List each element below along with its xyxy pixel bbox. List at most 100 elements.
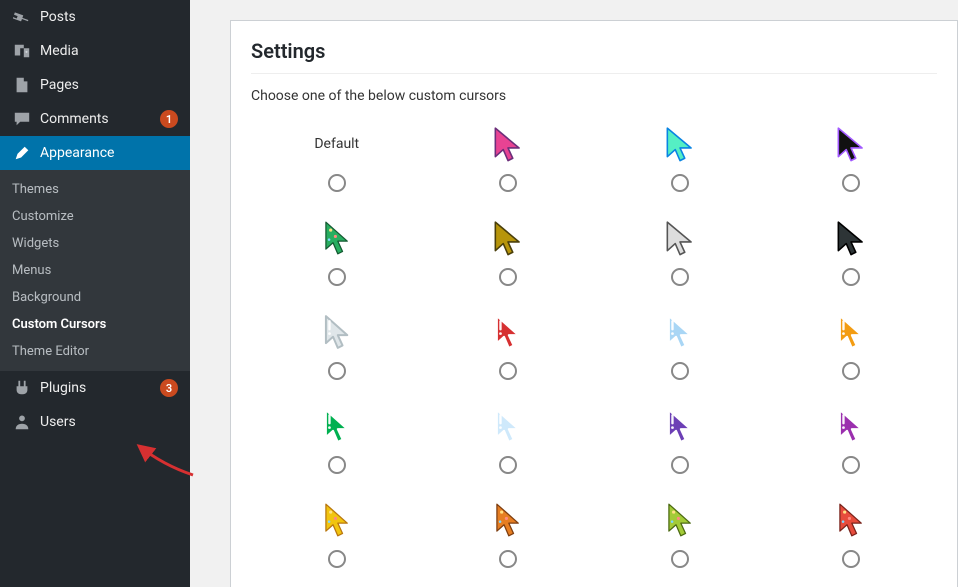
cursor-preview [661, 310, 699, 354]
settings-description: Choose one of the below custom cursors [251, 74, 937, 122]
submenu-widgets[interactable]: Widgets [0, 230, 190, 257]
cursor-preview [318, 404, 356, 448]
sidebar-item-comments[interactable]: Comments 1 [0, 102, 190, 136]
page-title: Settings [251, 21, 937, 74]
cursor-option-flat-orange [766, 310, 938, 400]
cursor-radio[interactable] [671, 268, 689, 286]
cursor-option-flat-purple [594, 404, 766, 494]
appearance-icon [12, 143, 32, 163]
cursor-radio[interactable] [499, 362, 517, 380]
cursor-radio[interactable] [499, 456, 517, 474]
cursor-preview [489, 498, 527, 542]
sidebar-item-label: Plugins [40, 380, 156, 396]
cursor-preview [661, 404, 699, 448]
submenu-customize[interactable]: Customize [0, 203, 190, 230]
cursor-icon [661, 125, 699, 163]
cursor-option-food-4 [766, 498, 938, 587]
comments-icon [12, 109, 32, 129]
cursor-option-polka-olive [423, 216, 595, 306]
cursor-option-food-2 [423, 498, 595, 587]
sidebar-item-label: Posts [40, 9, 178, 25]
content-area: Settings Choose one of the below custom … [190, 0, 958, 587]
cursor-radio[interactable] [671, 174, 689, 192]
sidebar-item-appearance[interactable]: Appearance [0, 136, 190, 170]
cursor-preview [832, 404, 870, 448]
cursor-preview [832, 310, 870, 354]
cursor-option-food-3 [594, 498, 766, 587]
cursor-grid: Default [251, 122, 937, 587]
cursor-option-flat-magenta [766, 404, 938, 494]
submenu-background[interactable]: Background [0, 284, 190, 311]
cursor-icon [489, 407, 527, 445]
cursor-option-gradient-pink [423, 122, 595, 212]
cursor-radio[interactable] [842, 174, 860, 192]
cursor-icon [661, 407, 699, 445]
cursor-preview [832, 498, 870, 542]
submenu-theme-editor[interactable]: Theme Editor [0, 338, 190, 365]
cursor-radio[interactable] [842, 550, 860, 568]
comments-badge: 1 [160, 110, 178, 128]
media-icon [12, 41, 32, 61]
cursor-radio[interactable] [499, 174, 517, 192]
cursor-radio[interactable] [328, 174, 346, 192]
cursor-preview [489, 122, 527, 166]
plugins-icon [12, 378, 32, 398]
cursor-option-flat-red [423, 310, 595, 400]
cursor-icon [318, 501, 356, 539]
sidebar-item-label: Comments [40, 111, 156, 127]
cursor-radio[interactable] [671, 362, 689, 380]
sidebar-item-label: Media [40, 43, 178, 59]
cursor-option-default: Default [251, 122, 423, 212]
cursor-icon [489, 125, 527, 163]
cursor-option-gradient-purple [766, 122, 938, 212]
cursor-option-flat-skyblue [423, 404, 595, 494]
cursor-icon [661, 313, 699, 351]
sidebar-item-plugins[interactable]: Plugins 3 [0, 371, 190, 405]
cursor-preview [661, 122, 699, 166]
cursor-radio[interactable] [328, 268, 346, 286]
cursor-radio[interactable] [328, 550, 346, 568]
cursor-option-food-1 [251, 498, 423, 587]
submenu-menus[interactable]: Menus [0, 257, 190, 284]
submenu-custom-cursors[interactable]: Custom Cursors [0, 311, 190, 338]
cursor-radio[interactable] [842, 362, 860, 380]
cursor-preview [489, 216, 527, 260]
cursor-preview [832, 216, 870, 260]
plugins-badge: 3 [160, 379, 178, 397]
cursor-icon [832, 501, 870, 539]
cursor-icon [661, 501, 699, 539]
cursor-option-flat-gray [251, 310, 423, 400]
cursor-option-xmas-tree [251, 216, 423, 306]
cursor-radio[interactable] [499, 268, 517, 286]
cursor-radio[interactable] [328, 456, 346, 474]
admin-sidebar: Posts Media Pages Comments 1 Appearance … [0, 0, 190, 587]
cursor-preview [489, 310, 527, 354]
default-cursor-label: Default [314, 136, 359, 152]
cursor-radio[interactable] [671, 550, 689, 568]
sidebar-item-users[interactable]: Users [0, 405, 190, 439]
cursor-preview [318, 216, 356, 260]
appearance-submenu: Themes Customize Widgets Menus Backgroun… [0, 170, 190, 371]
sidebar-item-posts[interactable]: Posts [0, 0, 190, 34]
cursor-radio[interactable] [328, 362, 346, 380]
cursor-icon [661, 219, 699, 257]
sidebar-item-media[interactable]: Media [0, 34, 190, 68]
cursor-preview [318, 310, 356, 354]
cursor-icon [832, 219, 870, 257]
cursor-icon [318, 407, 356, 445]
cursor-radio[interactable] [499, 550, 517, 568]
cursor-radio[interactable] [842, 268, 860, 286]
cursor-radio[interactable] [671, 456, 689, 474]
cursor-icon [489, 219, 527, 257]
cursor-icon [318, 219, 356, 257]
submenu-themes[interactable]: Themes [0, 176, 190, 203]
users-icon [12, 412, 32, 432]
cursor-icon [832, 313, 870, 351]
cursor-preview: Default [314, 122, 359, 166]
cursor-option-rainbow-dots [594, 216, 766, 306]
cursor-icon [318, 313, 356, 351]
sidebar-item-pages[interactable]: Pages [0, 68, 190, 102]
cursor-radio[interactable] [842, 456, 860, 474]
pages-icon [12, 75, 32, 95]
cursor-preview [489, 404, 527, 448]
